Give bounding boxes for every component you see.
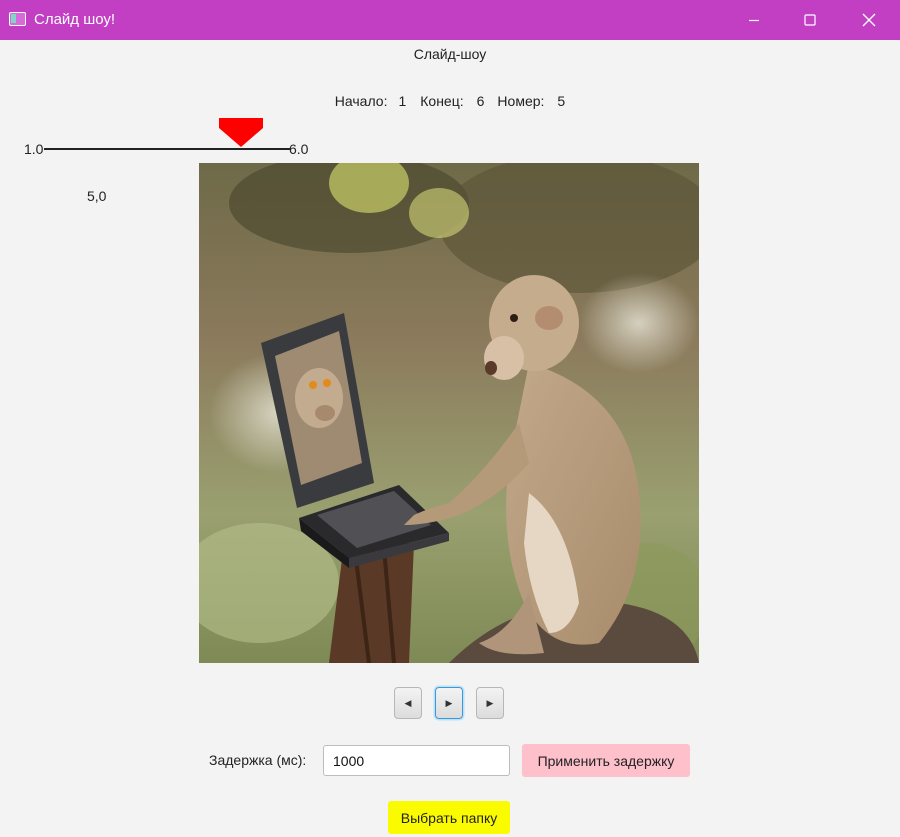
slider-thumb[interactable] [218,118,263,148]
maximize-button[interactable] [787,0,833,40]
play-button[interactable]: ▶ [435,687,463,719]
number-label: Номер: [497,93,545,109]
start-value: 1 [398,93,407,109]
end-value: 6 [476,93,485,109]
next-button[interactable]: ▶ [476,687,504,719]
title-bar: Слайд шоу! [0,0,900,40]
slide-info: Начало: 1 Конец: 6 Номер: 5 [0,93,900,109]
app-window: Слайд шоу! Слайд-шоу Начало: 1 Конец: 6 … [0,0,900,837]
slide-slider[interactable]: 1.0 6.0 [24,118,324,158]
next-icon: ▶ [486,697,494,708]
close-icon [862,13,876,27]
delay-label: Задержка (мс): [209,752,307,768]
start-label: Начало: [334,93,388,109]
maximize-icon [804,14,816,26]
choose-folder-button[interactable]: Выбрать папку [388,801,510,834]
minimize-icon [749,19,759,22]
prev-icon: ◀ [404,697,412,708]
window-title: Слайд шоу! [34,11,116,28]
slide-image [199,163,699,663]
close-button[interactable] [846,0,892,40]
slider-max-label: 6.0 [289,141,309,157]
number-value: 5 [557,93,566,109]
end-label: Конец: [420,93,464,109]
delay-input[interactable] [323,745,510,776]
slider-min-label: 1.0 [24,141,44,157]
prev-button[interactable]: ◀ [394,687,422,719]
apply-delay-button[interactable]: Применить задержку [522,744,690,777]
minimize-button[interactable] [731,0,777,40]
app-icon [9,12,26,26]
slider-track[interactable] [44,148,290,150]
slider-value: 5,0 [87,188,107,204]
play-icon: ▶ [445,697,453,708]
page-title: Слайд-шоу [413,46,487,62]
